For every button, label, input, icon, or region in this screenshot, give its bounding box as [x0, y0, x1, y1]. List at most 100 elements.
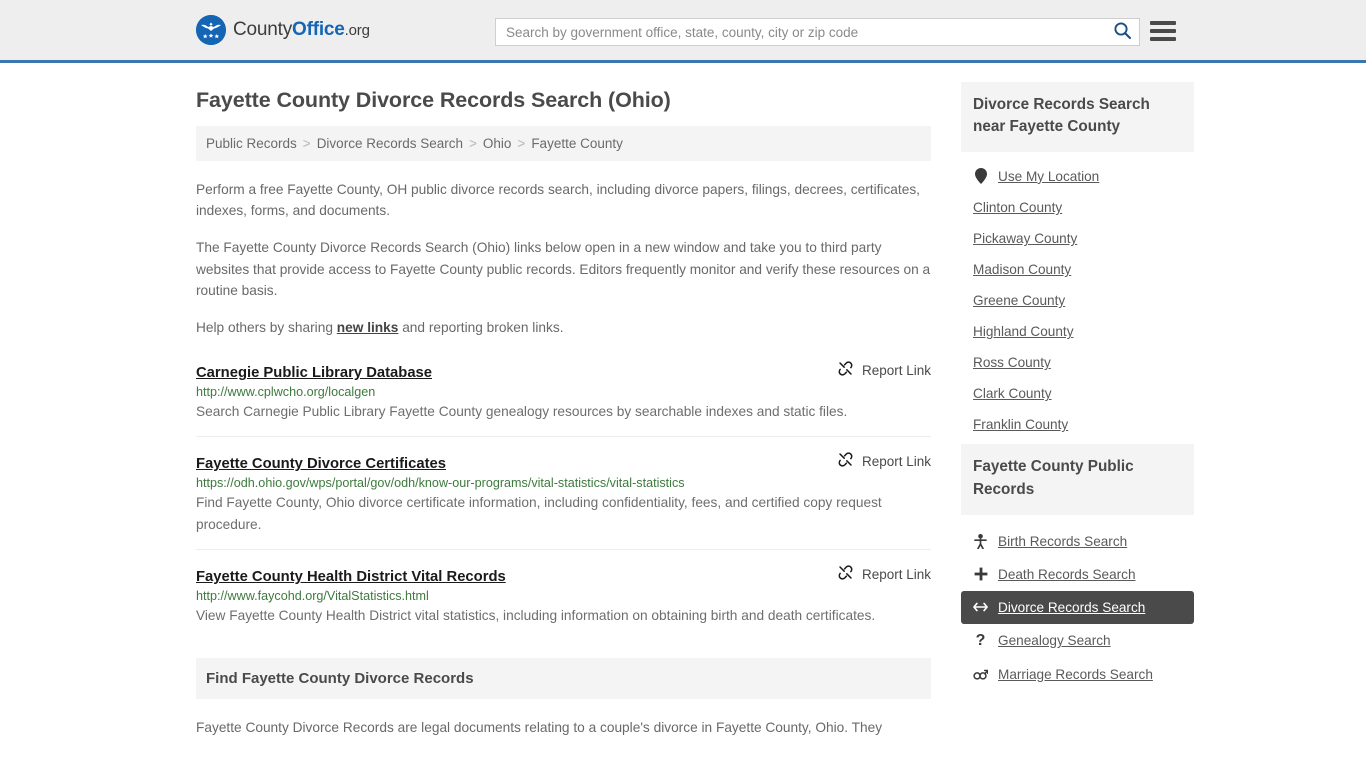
search-button[interactable]	[1105, 19, 1139, 45]
sidebar-link-label[interactable]: Ross County	[973, 355, 1051, 370]
sidebar-link-label[interactable]: Highland County	[973, 324, 1074, 339]
breadcrumb-separator: >	[469, 136, 477, 151]
page-title: Fayette County Divorce Records Search (O…	[196, 88, 671, 112]
result-url: http://www.faycohd.org/VitalStatistics.h…	[196, 589, 429, 604]
page-body: Fayette County Divorce Records Search (O…	[0, 63, 1366, 738]
sidebar-item-marriage-records-search[interactable]: Marriage Records Search	[961, 658, 1194, 691]
intro-text: Perform a free Fayette County, OH public…	[196, 179, 931, 338]
menu-bar-3	[1150, 37, 1176, 41]
intro-paragraph-3: Help others by sharing new links and rep…	[196, 317, 931, 338]
sidebar-nearby-box: Divorce Records Search near Fayette Coun…	[961, 82, 1194, 440]
sidebar-item-birth-records-search[interactable]: Birth Records Search	[961, 525, 1194, 558]
result-header: Fayette County Divorce Certificates Repo…	[196, 451, 931, 472]
main-content: Fayette County Divorce Records Search (O…	[196, 63, 931, 738]
report-link-button[interactable]: Report Link	[837, 451, 931, 471]
result-title-link[interactable]: Fayette County Health District Vital Rec…	[196, 569, 506, 585]
sidebar-item-franklin-county[interactable]: Franklin County	[961, 409, 1194, 440]
sidebar-link-label[interactable]: Death Records Search	[998, 567, 1136, 582]
sidebar-item-greene-county[interactable]: Greene County	[961, 285, 1194, 316]
find-records-section-header: Find Fayette County Divorce Records	[196, 658, 931, 700]
sidebar-item-genealogy-search[interactable]: ? Genealogy Search	[961, 624, 1194, 658]
sidebar-public-records-box: Fayette County Public Records Birth Reco…	[961, 444, 1194, 690]
site-logo[interactable]: CountyOffice.org	[196, 15, 370, 45]
sidebar-link-label[interactable]: Clinton County	[973, 200, 1062, 215]
sidebar-public-records-heading: Fayette County Public Records	[973, 458, 1134, 498]
report-link-label: Report Link	[861, 566, 931, 582]
result-header: Fayette County Health District Vital Rec…	[196, 564, 931, 585]
sidebar-item-clinton-county[interactable]: Clinton County	[961, 192, 1194, 223]
breadcrumb: Public Records > Divorce Records Search …	[196, 126, 931, 161]
sidebar-link-label[interactable]: Use My Location	[998, 169, 1099, 184]
report-link-label: Report Link	[861, 362, 931, 378]
sidebar-item-divorce-records-search[interactable]: Divorce Records Search	[961, 590, 1194, 624]
breadcrumb-item-fayette-county[interactable]: Fayette County	[531, 136, 623, 151]
breadcrumb-separator: >	[517, 136, 526, 151]
sidebar-link-label[interactable]: Genealogy Search	[998, 633, 1111, 648]
result-url: https://odh.ohio.gov/wps/portal/gov/odh/…	[196, 476, 685, 491]
male-female-icon	[973, 668, 988, 681]
site-header: CountyOffice.org	[0, 0, 1366, 63]
sidebar-public-records-header: Fayette County Public Records	[961, 444, 1194, 515]
breadcrumb-item-divorce-records-search[interactable]: Divorce Records Search	[317, 136, 463, 151]
sidebar-link-label[interactable]: Pickaway County	[973, 231, 1077, 246]
menu-bar-1	[1150, 21, 1176, 25]
sidebar-link-label[interactable]: Franklin County	[973, 417, 1068, 432]
sidebar-item-death-records-search[interactable]: Death Records Search	[961, 558, 1194, 591]
result-item: Fayette County Health District Vital Rec…	[196, 564, 931, 640]
report-link-button[interactable]: Report Link	[837, 564, 931, 584]
sidebar-item-highland-county[interactable]: Highland County	[961, 316, 1194, 347]
new-links-link[interactable]: new links	[337, 320, 399, 335]
sidebar-item-ross-county[interactable]: Ross County	[961, 347, 1194, 378]
result-title-link[interactable]: Carnegie Public Library Database	[196, 365, 432, 381]
report-link-button[interactable]: Report Link	[837, 360, 931, 380]
intro-share-prefix: Help others by sharing	[196, 320, 337, 336]
breadcrumb-item-public-records[interactable]: Public Records	[206, 136, 297, 151]
sidebar-nearby-heading: Divorce Records Search near Fayette Coun…	[973, 96, 1150, 136]
sidebar-item-pickaway-county[interactable]: Pickaway County	[961, 223, 1194, 254]
sidebar-item-clark-county[interactable]: Clark County	[961, 378, 1194, 409]
sidebar-item-madison-county[interactable]: Madison County	[961, 254, 1194, 285]
search-input[interactable]	[496, 19, 1105, 45]
sidebar-link-label[interactable]: Greene County	[973, 293, 1065, 308]
logo-wordmark: CountyOffice.org	[233, 19, 370, 41]
cross-icon	[973, 567, 988, 581]
report-link-label: Report Link	[861, 453, 931, 469]
sidebar-public-records-list: Birth Records Search Death Records Searc…	[961, 525, 1194, 691]
breadcrumb-separator: >	[302, 136, 311, 151]
breadcrumb-item-ohio[interactable]: Ohio	[483, 136, 512, 151]
result-item: Carnegie Public Library Database Report …	[196, 360, 931, 438]
sidebar-link-label[interactable]: Madison County	[973, 262, 1071, 277]
menu-bar-2	[1150, 29, 1176, 33]
sidebar: Divorce Records Search near Fayette Coun…	[961, 63, 1194, 738]
sidebar-item-use-my-location[interactable]: Use My Location	[961, 160, 1194, 192]
sidebar-link-label[interactable]: Birth Records Search	[998, 534, 1127, 549]
sidebar-link-label[interactable]: Marriage Records Search	[998, 667, 1153, 682]
result-title-link[interactable]: Fayette County Divorce Certificates	[196, 456, 446, 472]
question-mark-icon: ?	[975, 631, 986, 649]
hamburger-menu-icon[interactable]	[1150, 19, 1176, 43]
intro-paragraph-2: The Fayette County Divorce Records Searc…	[196, 240, 931, 298]
result-url: http://www.cplwcho.org/localgen	[196, 385, 376, 400]
sidebar-link-label[interactable]: Clark County	[973, 386, 1052, 401]
intro-paragraph-1: Perform a free Fayette County, OH public…	[196, 182, 920, 219]
broken-link-icon	[837, 360, 854, 380]
intro-share-suffix: and reporting broken links.	[398, 320, 564, 336]
sidebar-link-label[interactable]: Divorce Records Search	[998, 600, 1145, 615]
result-header: Carnegie Public Library Database Report …	[196, 360, 931, 381]
baby-icon	[973, 533, 988, 549]
broken-link-icon	[837, 451, 854, 471]
logo-text-office: Office	[292, 19, 345, 40]
broken-link-icon	[837, 564, 854, 584]
result-description: View Fayette County Health District vita…	[196, 608, 876, 624]
eagle-seal-icon	[196, 15, 226, 45]
sidebar-nearby-list: Use My Location Clinton County Pickaway …	[961, 160, 1194, 440]
search-bar[interactable]	[495, 18, 1140, 46]
sidebar-nearby-header: Divorce Records Search near Fayette Coun…	[961, 82, 1194, 153]
result-description: Find Fayette County, Ohio divorce certif…	[196, 495, 882, 533]
search-icon	[1113, 21, 1132, 43]
map-pin-icon	[973, 168, 988, 185]
find-records-section-body: Fayette County Divorce Records are legal…	[196, 717, 931, 738]
logo-text-county: County	[233, 19, 293, 40]
split-arrows-icon	[973, 602, 988, 612]
find-records-paragraph: Fayette County Divorce Records are legal…	[196, 720, 883, 736]
